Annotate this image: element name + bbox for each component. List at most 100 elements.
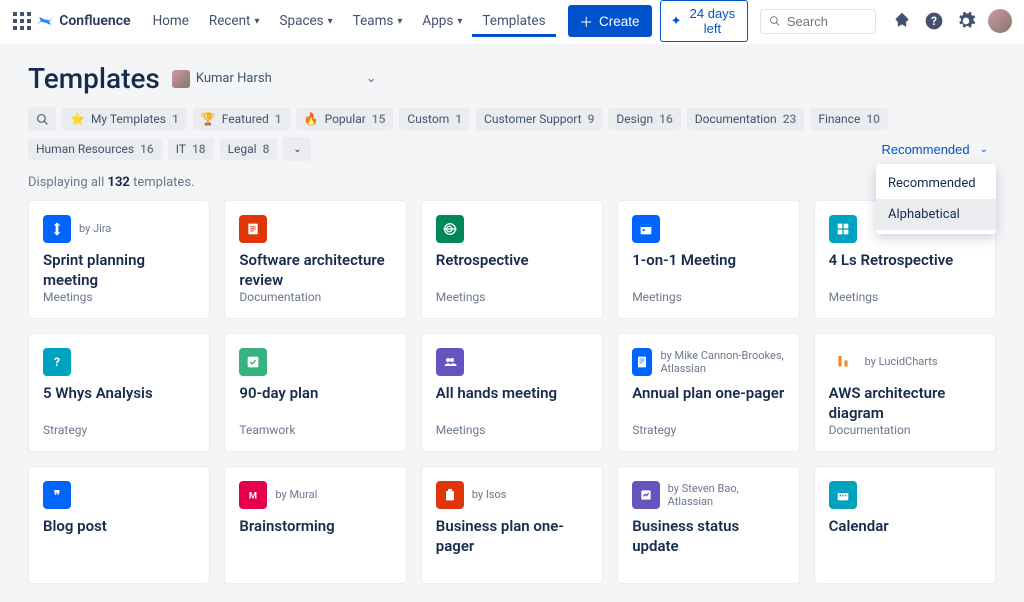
template-card[interactable]: Calendar (814, 466, 996, 584)
card-category: Meetings (829, 290, 981, 304)
result-count: Displaying all 132 templates. (28, 175, 996, 190)
notifications-icon[interactable] (892, 11, 912, 31)
page-title: Templates (28, 62, 160, 95)
card-title: All hands meeting (436, 384, 588, 404)
card-title: Sprint planning meeting (43, 251, 195, 290)
space-user-picker[interactable]: Kumar Harsh ⌄ (172, 70, 377, 88)
cal-icon (632, 215, 660, 243)
card-category: Meetings (632, 290, 784, 304)
nav-teams[interactable]: Teams▾ (343, 5, 413, 37)
filter-label: IT (176, 142, 186, 156)
template-card[interactable]: by IsosBusiness plan one-pager (421, 466, 603, 584)
nav-apps[interactable]: Apps▾ (412, 5, 472, 37)
grid-icon (829, 215, 857, 243)
filter-label: Finance (818, 112, 860, 126)
filter-pill-design[interactable]: Design 16 (608, 108, 680, 130)
card-title: Business status update (632, 517, 784, 556)
card-category: Strategy (43, 423, 195, 437)
filter-pill-it[interactable]: IT 18 (168, 138, 214, 160)
template-card[interactable]: by LucidChartsAWS architecture diagramDo… (814, 333, 996, 452)
template-card[interactable]: 90-day planTeamwork (224, 333, 406, 452)
filter-label: Custom (407, 112, 449, 126)
card-title: Software architecture review (239, 251, 391, 290)
filter-pill-my-templates[interactable]: ⭐My Templates1 (62, 108, 187, 130)
page-icon (632, 348, 652, 376)
template-card[interactable]: All hands meetingMeetings (421, 333, 603, 452)
filter-label: Popular (325, 112, 366, 126)
filter-label: Legal (228, 142, 257, 156)
filter-pill-legal[interactable]: Legal8 (220, 138, 278, 160)
filter-search-button[interactable] (28, 107, 56, 131)
sort-option-recommended[interactable]: Recommended (876, 168, 996, 199)
filter-label: Documentation (695, 112, 777, 126)
nav-spaces[interactable]: Spaces▾ (270, 5, 343, 37)
retro-icon (436, 215, 464, 243)
chevron-down-icon: ▾ (328, 16, 333, 27)
brand-name: Confluence (59, 13, 130, 29)
card-category: Strategy (632, 423, 784, 437)
chevron-down-icon: ▾ (397, 16, 402, 27)
template-card[interactable]: by Mike Cannon-Brookes, Atlassian Annual … (617, 333, 799, 452)
nav-recent[interactable]: Recent▾ (199, 5, 270, 37)
filter-label: Customer Support (484, 112, 582, 126)
search-input[interactable] (787, 14, 867, 29)
search-icon (769, 14, 781, 28)
filter-pill-documentation[interactable]: Documentation 23 (687, 108, 805, 130)
user-avatar[interactable] (988, 9, 1012, 33)
filter-pill-popular[interactable]: 🔥Popular15 (296, 108, 394, 130)
sort-button[interactable]: Recommended ⌄ (873, 138, 996, 161)
filter-count: 1 (275, 112, 282, 126)
filter-label: Human Resources (36, 142, 134, 156)
nav-home[interactable]: Home (143, 5, 199, 37)
filter-count: 16 (659, 112, 673, 126)
card-title: 1-on-1 Meeting (632, 251, 784, 271)
template-card[interactable]: Software architecture reviewDocumentatio… (224, 200, 406, 319)
filter-more-button[interactable]: ⌄ (283, 137, 311, 161)
help-icon[interactable]: ? (924, 11, 944, 31)
template-card[interactable]: Mby MuralBrainstorming (224, 466, 406, 584)
sort-option-alphabetical[interactable]: Alphabetical (876, 199, 996, 230)
chevron-down-icon: ▾ (254, 16, 259, 27)
settings-icon[interactable] (956, 11, 976, 31)
chevron-down-icon: ⌄ (293, 144, 301, 155)
template-card[interactable]: by JiraSprint planning meetingMeetings (28, 200, 210, 319)
template-card[interactable]: ❞Blog post (28, 466, 210, 584)
card-title: Brainstorming (239, 517, 391, 537)
plus-icon: ＋ (580, 11, 594, 31)
card-title: Annual plan one-pager (632, 384, 784, 404)
filter-pill-human-resources[interactable]: Human Resources16 (28, 138, 162, 160)
chevron-down-icon: ⌄ (980, 144, 988, 155)
card-byline: by Mural (275, 488, 317, 501)
filter-count: 18 (192, 142, 206, 156)
confluence-logo[interactable]: Confluence (35, 11, 130, 31)
filter-pill-featured[interactable]: 🏆Featured1 (193, 108, 290, 130)
template-card[interactable]: by Steven Bao, AtlassianBusiness status … (617, 466, 799, 584)
card-category: Meetings (436, 290, 588, 304)
chevron-down-icon: ▾ (457, 16, 462, 27)
sparkle-icon: ✦ (671, 13, 682, 29)
jira-icon (43, 215, 71, 243)
card-byline: by Mike Cannon-Brookes, Atlassian (660, 349, 784, 375)
card-category: Teamwork (239, 423, 391, 437)
card-title: Retrospective (436, 251, 588, 271)
filter-bar: ⭐My Templates1🏆Featured1🔥Popular15Custom… (28, 107, 996, 161)
filter-count: 23 (783, 112, 797, 126)
nav-templates[interactable]: Templates (472, 5, 555, 37)
top-navigation: Confluence Home Recent▾ Spaces▾ Teams▾ A… (0, 0, 1024, 44)
filter-pill-custom[interactable]: Custom1 (399, 108, 470, 130)
card-byline: by LucidCharts (865, 355, 938, 368)
search-box[interactable] (760, 9, 876, 34)
template-card[interactable]: 1-on-1 Meeting Meetings (617, 200, 799, 319)
filter-pill-customer-support[interactable]: Customer Support9 (476, 108, 602, 130)
chevron-down-icon: ⌄ (366, 71, 377, 86)
trial-days-left-button[interactable]: ✦ 24 days left (660, 0, 749, 42)
filter-label: Design (616, 112, 653, 126)
filter-count: 1 (172, 112, 179, 126)
app-switcher-icon[interactable] (12, 9, 31, 33)
template-card[interactable]: ?5 Whys AnalysisStrategy (28, 333, 210, 452)
create-button[interactable]: ＋ Create (568, 5, 652, 37)
lucid-icon (829, 348, 857, 376)
filter-pill-finance[interactable]: Finance10 (810, 108, 888, 130)
template-card[interactable]: Retrospective Meetings (421, 200, 603, 319)
nav-items: Home Recent▾ Spaces▾ Teams▾ Apps▾ Templa… (143, 5, 556, 37)
